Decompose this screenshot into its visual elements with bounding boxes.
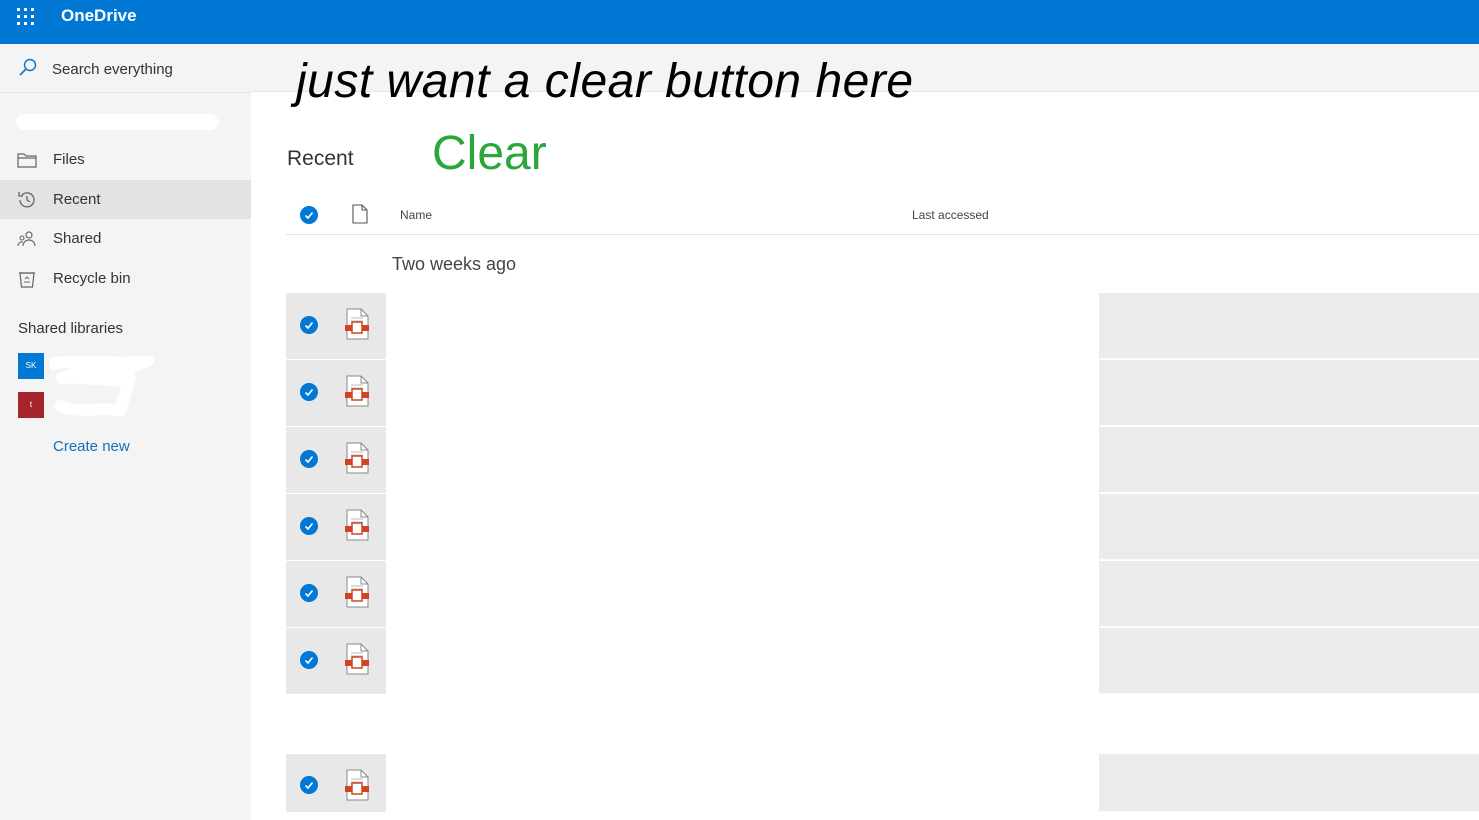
top-bar: OneDrive <box>0 0 1479 44</box>
check-icon <box>304 388 314 397</box>
powerpoint-file-icon <box>344 508 370 547</box>
left-nav: Search everything Files Recent Shared Re… <box>0 44 251 820</box>
row-last-accessed-cell <box>1099 293 1479 359</box>
powerpoint-file-icon <box>344 768 370 807</box>
check-icon <box>304 522 314 531</box>
row-last-accessed-cell <box>1099 494 1479 560</box>
row-checkbox[interactable] <box>300 450 318 468</box>
redacted-library-names <box>50 356 154 417</box>
column-last-accessed[interactable]: Last accessed <box>912 208 989 222</box>
app-launcher-icon[interactable] <box>16 6 36 26</box>
file-row[interactable] <box>286 293 1479 359</box>
check-icon <box>304 321 314 330</box>
nav-label: Files <box>53 151 85 168</box>
nav-item-recycle-bin[interactable]: Recycle bin <box>0 259 251 298</box>
file-row[interactable] <box>286 494 1479 560</box>
powerpoint-file-icon <box>344 374 370 413</box>
redacted-account-name <box>16 114 218 130</box>
powerpoint-file-icon <box>344 441 370 480</box>
create-new-link[interactable]: Create new <box>53 438 130 455</box>
shared-libraries-heading: Shared libraries <box>18 320 124 337</box>
row-last-accessed-cell <box>1099 561 1479 627</box>
row-checkbox[interactable] <box>300 517 318 535</box>
group-header: Two weeks ago <box>392 254 517 274</box>
folder-icon <box>17 150 37 170</box>
row-checkbox[interactable] <box>300 776 318 794</box>
file-row[interactable] <box>286 360 1479 426</box>
column-name[interactable]: Name <box>400 208 432 222</box>
select-all-checkbox[interactable] <box>300 206 318 224</box>
nav-label: Shared <box>53 230 102 247</box>
file-row[interactable] <box>286 561 1479 627</box>
check-icon <box>304 589 314 598</box>
row-checkbox[interactable] <box>300 316 318 334</box>
redacted-file-name <box>386 754 1099 812</box>
redacted-file-name <box>386 628 1099 694</box>
nav-item-shared[interactable]: Shared <box>0 219 251 258</box>
check-icon <box>304 656 314 665</box>
nav-item-recent[interactable]: Recent <box>0 180 251 219</box>
nav-item-files[interactable]: Files <box>0 140 251 179</box>
row-last-accessed-cell <box>1099 754 1479 812</box>
history-icon <box>17 190 37 210</box>
row-checkbox[interactable] <box>300 651 318 669</box>
library-tile[interactable]: SK <box>18 353 44 379</box>
row-checkbox[interactable] <box>300 383 318 401</box>
row-last-accessed-cell <box>1099 360 1479 426</box>
check-icon <box>304 781 314 790</box>
file-row[interactable] <box>286 754 1479 812</box>
file-row[interactable] <box>286 427 1479 493</box>
redacted-file-name <box>386 494 1099 560</box>
search-box[interactable]: Search everything <box>0 44 251 93</box>
powerpoint-file-icon <box>344 307 370 346</box>
nav-label: Recent <box>53 191 101 208</box>
nav-label: Recycle bin <box>53 270 131 287</box>
recycle-bin-icon <box>17 269 37 289</box>
powerpoint-file-icon <box>344 642 370 681</box>
check-icon <box>304 211 314 220</box>
people-icon <box>17 229 37 249</box>
page-title: Recent <box>287 147 354 170</box>
clear-button[interactable]: Clear <box>432 126 547 181</box>
check-icon <box>304 455 314 464</box>
row-last-accessed-cell <box>1099 628 1479 694</box>
redacted-file-name <box>386 360 1099 426</box>
search-icon <box>18 58 38 83</box>
file-type-header-icon[interactable] <box>352 204 368 229</box>
library-tile[interactable]: t <box>18 392 44 418</box>
row-last-accessed-cell <box>1099 427 1479 493</box>
app-title[interactable]: OneDrive <box>61 6 137 26</box>
redacted-file-name <box>386 427 1099 493</box>
row-checkbox[interactable] <box>300 584 318 602</box>
search-placeholder: Search everything <box>52 61 173 78</box>
powerpoint-file-icon <box>344 575 370 614</box>
annotation-text: just want a clear button here <box>296 55 914 108</box>
file-row[interactable] <box>286 628 1479 694</box>
redacted-file-name <box>386 561 1099 627</box>
redacted-file-name <box>386 293 1099 359</box>
column-header-row: Name Last accessed <box>286 196 1479 235</box>
